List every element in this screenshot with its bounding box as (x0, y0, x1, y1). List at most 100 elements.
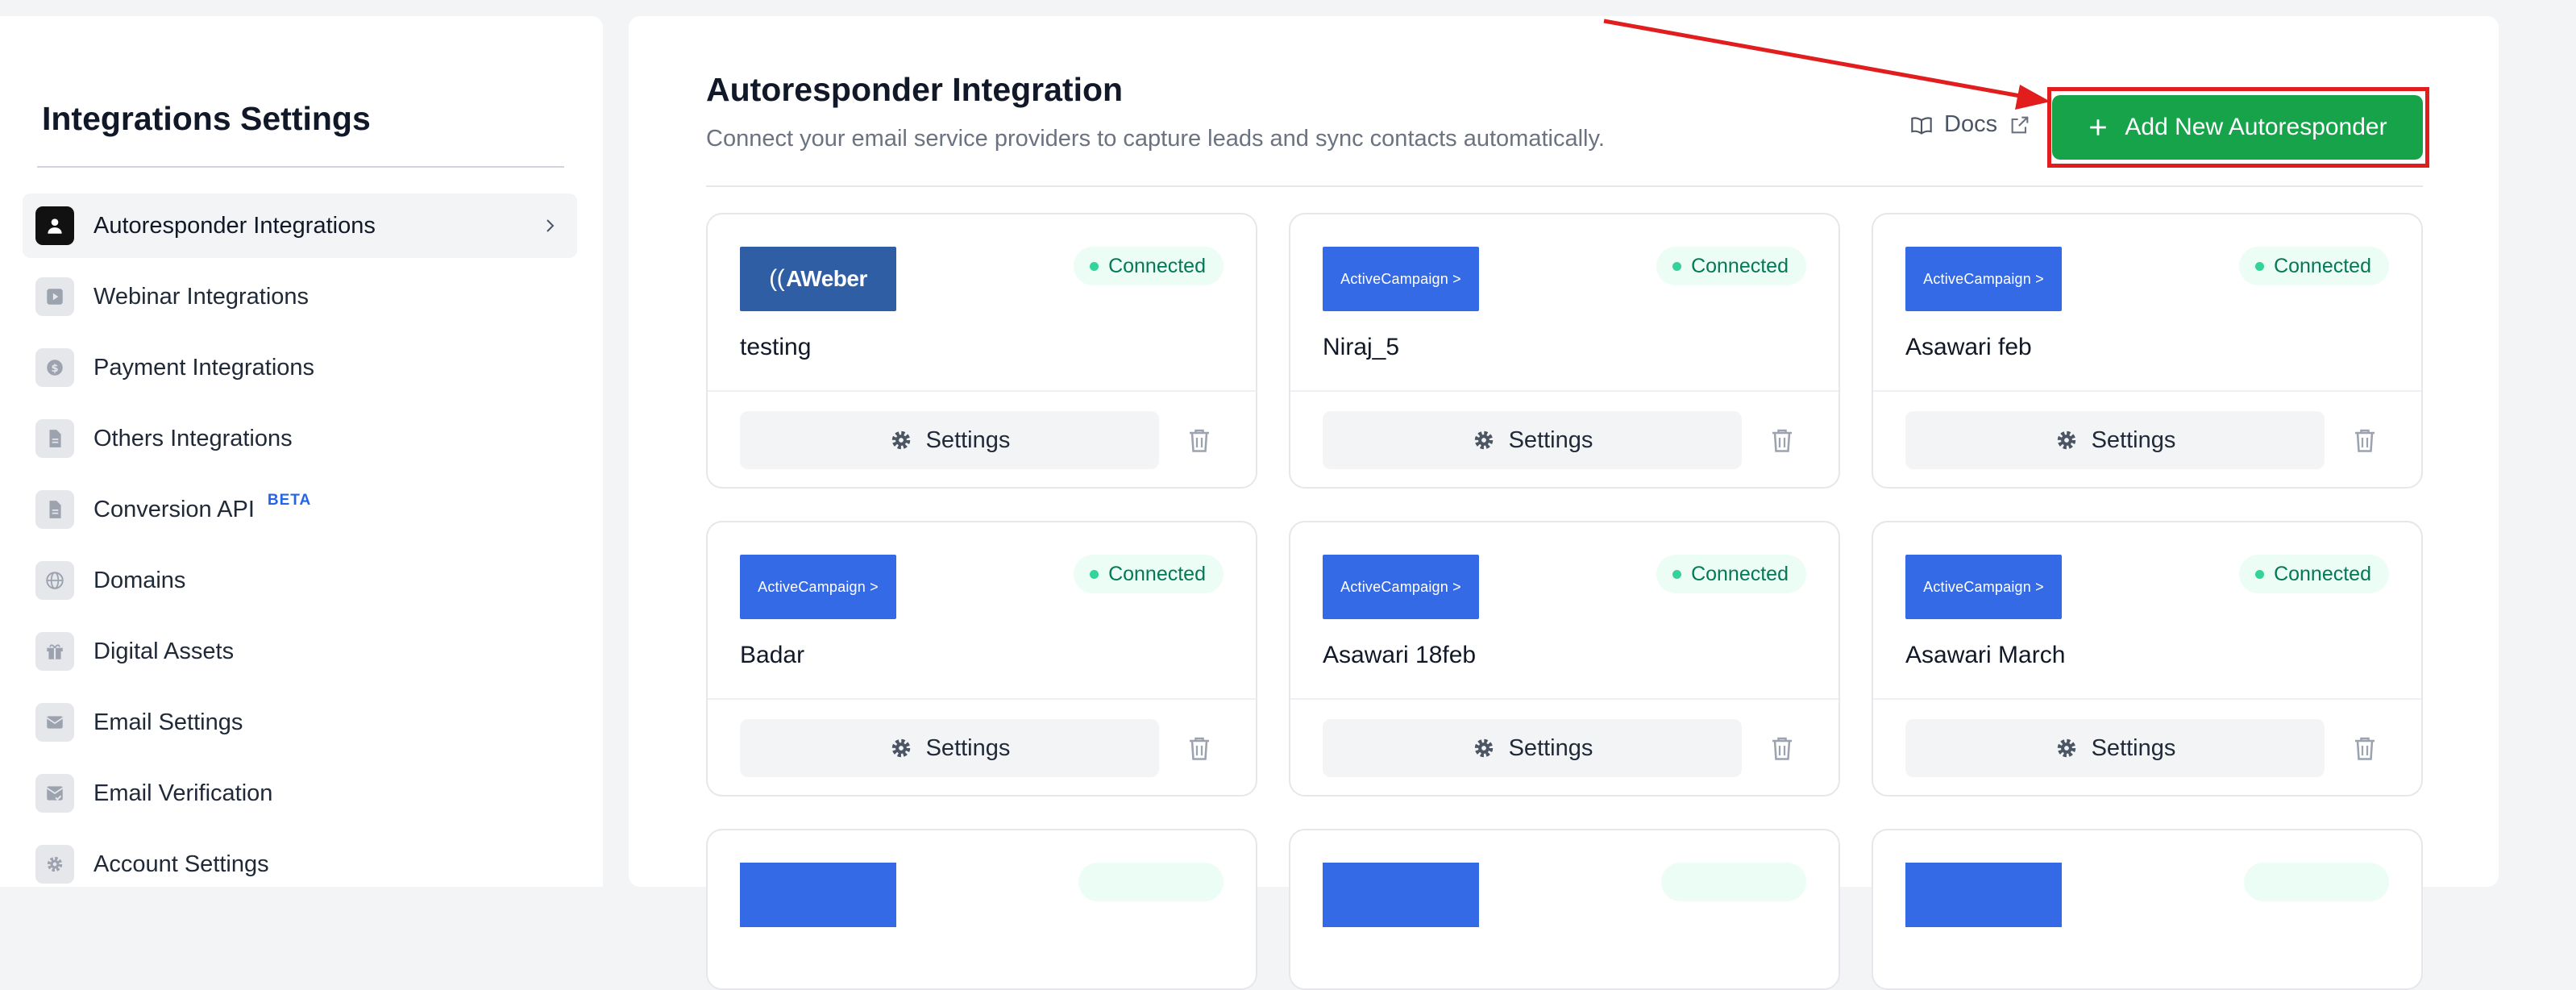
activecampaign-logo: ActiveCampaign > (1323, 247, 1479, 311)
integration-card (1289, 829, 1840, 990)
settings-button[interactable]: Settings (1323, 411, 1742, 469)
integration-card: ActiveCampaign > Connected Badar Setting… (706, 521, 1257, 797)
status-badge (1661, 863, 1806, 901)
status-dot (1090, 569, 1099, 579)
activecampaign-logo: ActiveCampaign > (1905, 555, 2062, 619)
gear-icon (2057, 431, 2075, 450)
trash-icon[interactable] (1185, 734, 1214, 763)
sidebar-item-label: Payment Integrations (93, 354, 315, 381)
integration-name: Asawari feb (1905, 334, 2032, 360)
add-button-label: Add New Autoresponder (2125, 114, 2387, 140)
trash-icon[interactable] (1185, 426, 1214, 455)
trash-icon[interactable] (2350, 734, 2379, 763)
provider-logo (740, 863, 896, 927)
add-new-autoresponder-button[interactable]: Add New Autoresponder (2052, 95, 2423, 160)
page-subtitle: Connect your email service providers to … (706, 126, 1605, 152)
sidebar-item-label: Domains (93, 567, 186, 593)
page-title: Autoresponder Integration (706, 71, 1124, 108)
provider-logo (1905, 863, 2062, 927)
main-panel: Autoresponder Integration Connect your e… (629, 16, 2499, 990)
sidebar-item-conversion-api[interactable]: Conversion API BETA (23, 477, 577, 542)
provider-logo (1323, 863, 1479, 927)
sidebar-item-email-verification[interactable]: Email Verification (23, 761, 577, 826)
gear-icon (1474, 738, 1493, 758)
integration-card: ((AWeber Connected testing Settings (706, 213, 1257, 489)
globe-icon (35, 561, 74, 600)
sidebar-item-label: Others Integrations (93, 425, 293, 451)
settings-sidebar: Integrations Settings Autoresponder Inte… (0, 16, 603, 887)
trash-icon[interactable] (2350, 426, 2379, 455)
sidebar-nav: Autoresponder Integrations Webinar Integ… (23, 193, 577, 903)
sidebar-item-digital-assets[interactable]: Digital Assets (23, 619, 577, 684)
docs-label: Docs (1944, 111, 1998, 137)
gear-icon (35, 845, 74, 884)
settings-button[interactable]: Settings (1905, 719, 2325, 777)
sidebar-item-label: Autoresponder Integrations (93, 212, 376, 239)
sidebar-item-label: Email Settings (93, 709, 243, 735)
activecampaign-logo: ActiveCampaign > (1323, 555, 1479, 619)
status-badge: Connected (1656, 555, 1806, 593)
play-icon (35, 277, 74, 316)
settings-button[interactable]: Settings (740, 719, 1159, 777)
beta-badge: BETA (267, 491, 312, 509)
gear-icon (2057, 738, 2075, 758)
sidebar-item-others[interactable]: Others Integrations (23, 406, 577, 471)
integration-name: testing (740, 334, 812, 360)
status-dot (1672, 261, 1682, 271)
sidebar-item-email-settings[interactable]: Email Settings (23, 690, 577, 755)
book-icon (1911, 116, 1932, 135)
aweber-logo: ((AWeber (740, 247, 896, 311)
chevron-right-icon (546, 219, 555, 232)
sidebar-item-domains[interactable]: Domains (23, 548, 577, 613)
integration-card: ActiveCampaign > Connected Niraj_5 Setti… (1289, 213, 1840, 489)
document-icon (35, 490, 74, 529)
sidebar-item-label: Account Settings (93, 851, 269, 877)
gear-icon (891, 431, 910, 450)
gear-icon (891, 738, 910, 758)
sidebar-item-label: Conversion API BETA (93, 492, 311, 523)
gear-icon (1474, 431, 1493, 450)
sidebar-item-label: Email Verification (93, 780, 273, 806)
svg-text:$: $ (51, 363, 58, 375)
integration-card (706, 829, 1257, 990)
activecampaign-logo: ActiveCampaign > (740, 555, 896, 619)
status-dot (1090, 261, 1099, 271)
status-badge (1078, 863, 1224, 901)
sidebar-item-label: Digital Assets (93, 638, 235, 664)
gift-icon (35, 632, 74, 671)
settings-button[interactable]: Settings (1905, 411, 2325, 469)
status-dot (2255, 261, 2265, 271)
card-divider (708, 390, 1256, 392)
sidebar-item-autoresponder[interactable]: Autoresponder Integrations (23, 193, 577, 258)
card-divider (1873, 390, 2421, 392)
settings-button[interactable]: Settings (740, 411, 1159, 469)
sidebar-item-payment[interactable]: $ Payment Integrations (23, 335, 577, 400)
integration-name: Niraj_5 (1323, 334, 1400, 360)
status-dot (2255, 569, 2265, 579)
external-link-icon (2011, 116, 2029, 133)
plus-icon (2090, 119, 2107, 135)
sidebar-divider (37, 166, 564, 168)
sidebar-title: Integrations Settings (42, 100, 371, 137)
sidebar-item-webinar[interactable]: Webinar Integrations (23, 264, 577, 329)
document-icon (35, 419, 74, 458)
mail-check-icon (35, 774, 74, 813)
status-badge (2244, 863, 2389, 901)
integration-name: Asawari March (1905, 642, 2066, 668)
status-badge: Connected (1656, 247, 1806, 285)
integration-card: ActiveCampaign > Connected Asawari March… (1872, 521, 2423, 797)
status-badge: Connected (2239, 247, 2389, 285)
docs-link[interactable]: Docs (1910, 111, 2031, 138)
user-icon (35, 206, 74, 245)
trash-icon[interactable] (1768, 426, 1797, 455)
status-badge: Connected (1074, 555, 1224, 593)
card-divider (708, 698, 1256, 700)
integration-name: Badar (740, 642, 805, 668)
card-divider (1873, 698, 2421, 700)
mail-icon (35, 703, 74, 742)
settings-button[interactable]: Settings (1323, 719, 1742, 777)
sidebar-item-label: Webinar Integrations (93, 283, 310, 310)
sidebar-item-account-settings[interactable]: Account Settings (23, 832, 577, 896)
sidebar-item-label-text: Conversion API (93, 496, 255, 522)
trash-icon[interactable] (1768, 734, 1797, 763)
